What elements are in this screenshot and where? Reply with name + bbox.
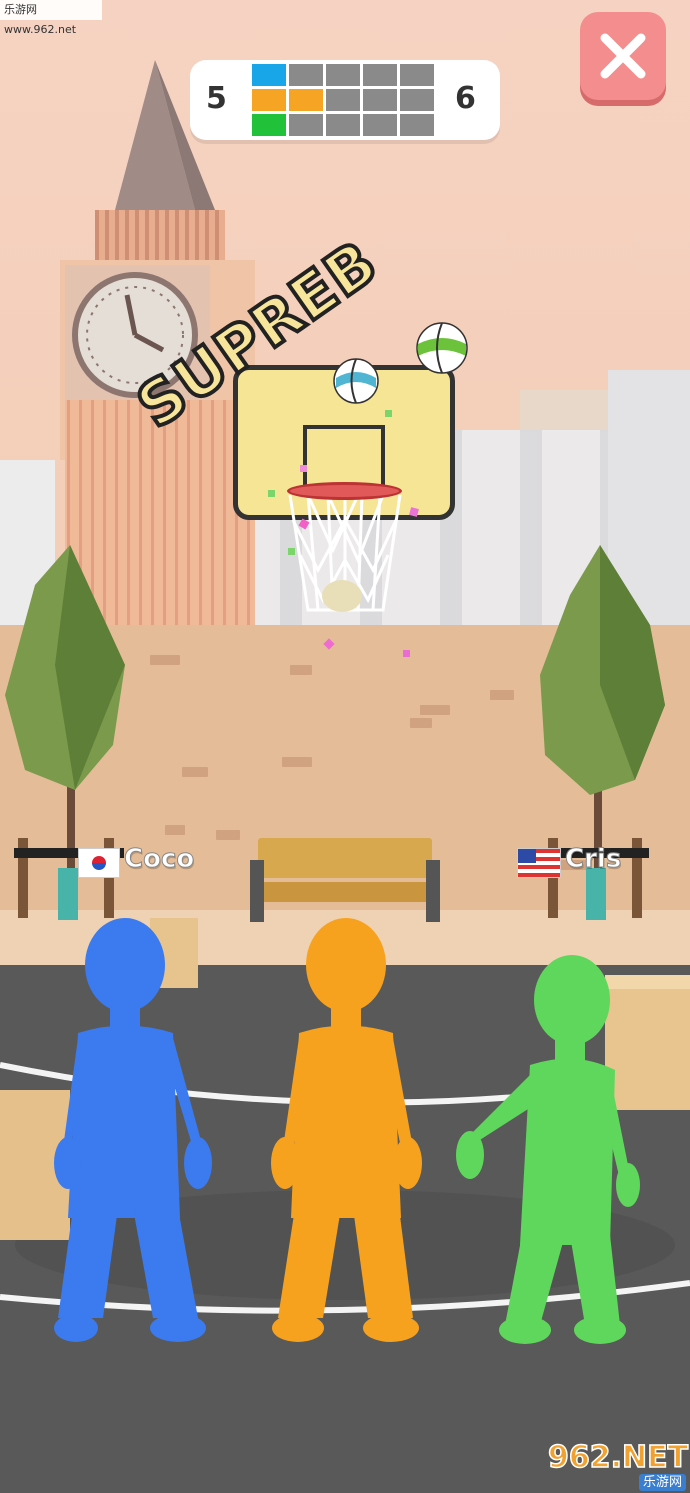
blue-character xyxy=(54,918,212,1342)
confetti xyxy=(268,490,275,497)
right-score: 6 xyxy=(455,81,476,116)
score-cell xyxy=(326,114,360,136)
watermark-bottom: 962.NET 乐游网 xyxy=(547,1439,689,1491)
brick xyxy=(410,718,432,728)
score-cell xyxy=(326,89,360,111)
brick xyxy=(290,665,312,675)
fire-hydrant xyxy=(58,868,78,920)
bench-back xyxy=(258,838,432,878)
left-score: 5 xyxy=(206,81,227,116)
score-cell xyxy=(289,89,323,111)
player-name-left: Coco xyxy=(123,844,195,875)
score-cell xyxy=(252,89,286,111)
brick xyxy=(165,825,185,835)
score-cell xyxy=(400,114,434,136)
close-icon xyxy=(600,33,646,79)
backboard-target-square xyxy=(303,425,385,489)
watermark-sub: 乐游网 xyxy=(638,1474,686,1491)
watermark-main: 962.NET xyxy=(547,1439,689,1476)
game-scene: Coco Cris SUPREB 5 6 乐游网 www.962.net 962… xyxy=(0,0,690,1493)
brick xyxy=(182,767,208,777)
score-cell xyxy=(252,114,286,136)
bench-seat xyxy=(254,882,438,902)
close-button[interactable] xyxy=(580,12,666,100)
south-korea-flag-icon xyxy=(78,848,120,878)
confetti xyxy=(403,650,410,657)
ball-in-net xyxy=(322,580,362,612)
brick xyxy=(150,655,180,665)
score-cell xyxy=(363,114,397,136)
confetti xyxy=(385,410,392,417)
score-cell xyxy=(289,64,323,86)
score-cell xyxy=(289,114,323,136)
basket-rim xyxy=(287,482,402,500)
bench-leg xyxy=(250,860,264,922)
score-grid xyxy=(252,64,438,138)
score-cell xyxy=(326,64,360,86)
right-tree xyxy=(540,545,665,795)
orange-character xyxy=(271,918,422,1342)
brick xyxy=(282,757,312,767)
score-cell xyxy=(400,64,434,86)
brick xyxy=(490,690,514,700)
score-cell xyxy=(363,64,397,86)
score-cell xyxy=(363,89,397,111)
player-name-right: Cris xyxy=(564,844,622,875)
watermark-top: 乐游网 www.962.net xyxy=(0,0,102,36)
green-character xyxy=(456,955,640,1344)
confetti xyxy=(288,548,295,555)
brick xyxy=(420,705,450,715)
green-basketball xyxy=(416,322,468,374)
scoreboard: 5 6 xyxy=(190,60,500,140)
score-cell xyxy=(400,89,434,111)
confetti xyxy=(300,465,307,472)
score-cell xyxy=(252,64,286,86)
brick xyxy=(216,830,240,840)
usa-flag-icon xyxy=(517,848,561,878)
left-tree xyxy=(5,545,125,790)
teal-basketball xyxy=(333,358,379,404)
fire-hydrant xyxy=(586,868,606,920)
bench-leg xyxy=(426,860,440,922)
